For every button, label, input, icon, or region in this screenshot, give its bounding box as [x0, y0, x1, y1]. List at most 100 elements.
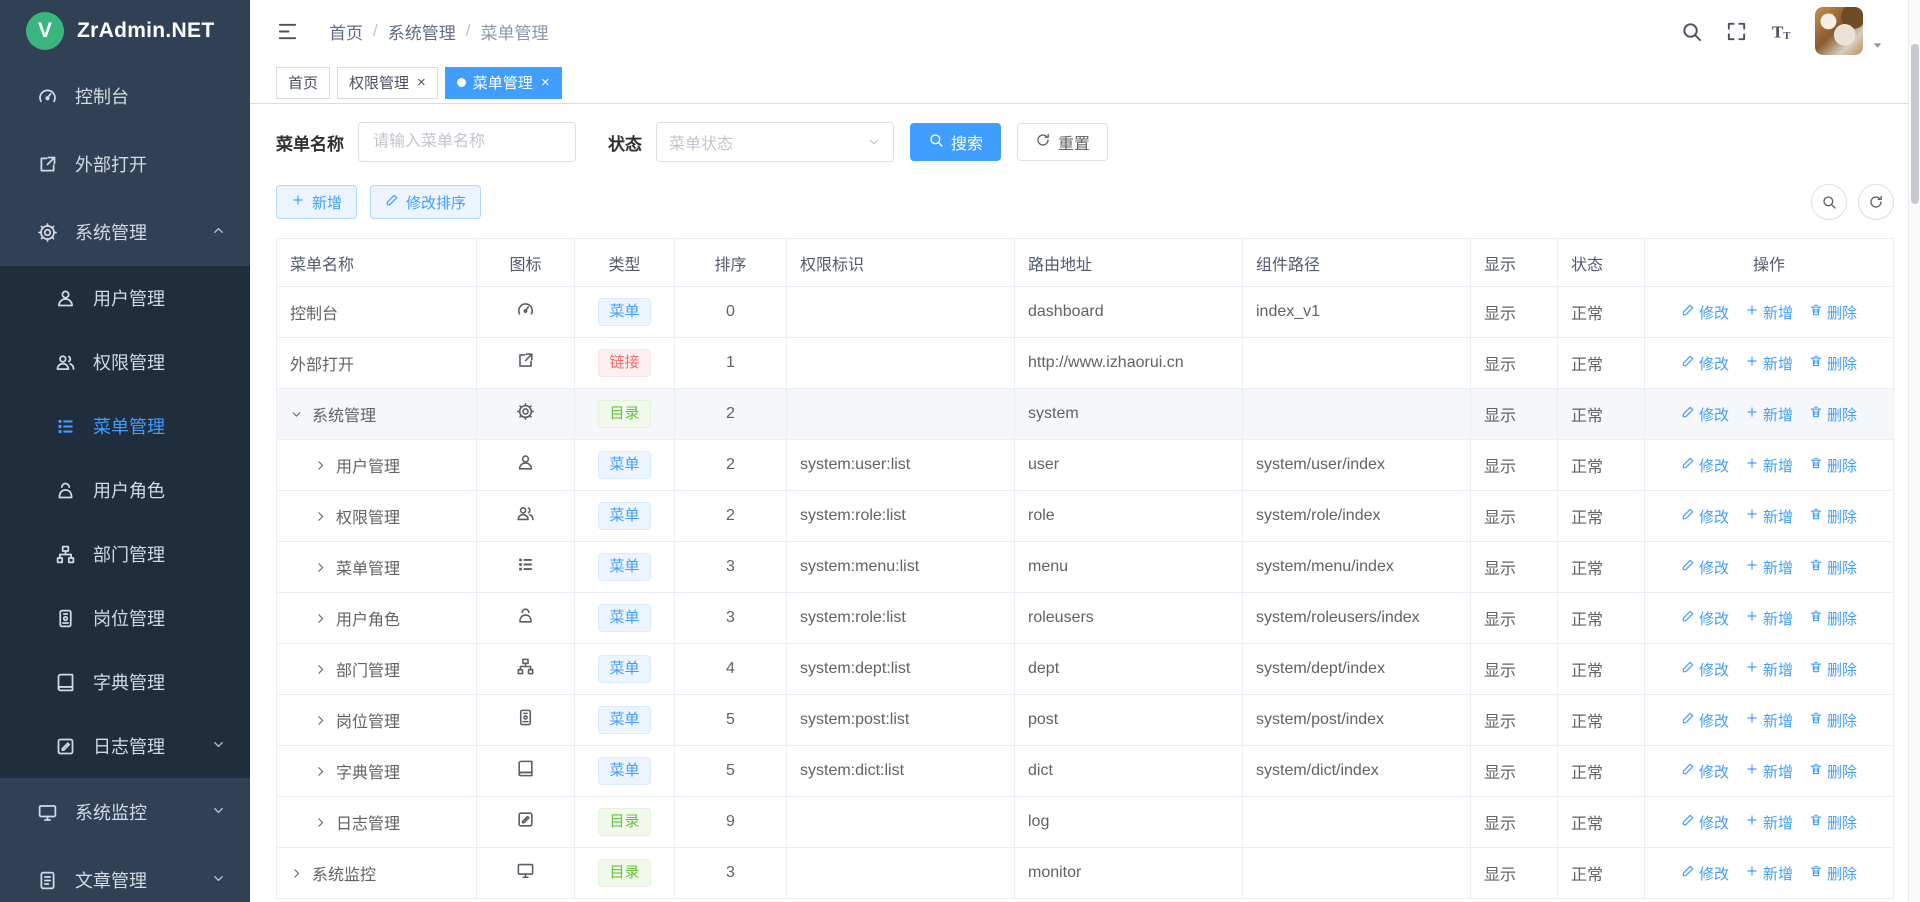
row-edit-link[interactable]: 修改 [1681, 812, 1729, 833]
sidebar-item-label: 部门管理 [93, 541, 165, 567]
sidebar-item-dict[interactable]: 字典管理 [0, 650, 250, 714]
row-collapse-icon[interactable] [290, 408, 312, 421]
row-edit-link[interactable]: 修改 [1681, 608, 1729, 629]
row-expand-icon[interactable] [314, 459, 336, 472]
sidebar-item-external[interactable]: 外部打开 [0, 130, 250, 198]
sidebar-item-roleusers[interactable]: 用户角色 [0, 458, 250, 522]
menu-name-text: 系统管理 [312, 402, 376, 426]
tab-home[interactable]: 首页 [276, 67, 330, 99]
row-expand-icon[interactable] [290, 867, 312, 880]
row-add-link[interactable]: 新增 [1745, 506, 1793, 527]
row-delete-link[interactable]: 删除 [1809, 659, 1857, 680]
row-delete-link[interactable]: 删除 [1809, 404, 1857, 425]
page-scrollbar[interactable] [1908, 0, 1920, 902]
row-expand-icon[interactable] [314, 612, 336, 625]
row-add-link[interactable]: 新增 [1745, 557, 1793, 578]
sidebar-item-monitor[interactable]: 系统监控 [0, 778, 250, 846]
status-select-placeholder: 菜单状态 [669, 130, 733, 154]
row-delete-link[interactable]: 删除 [1809, 608, 1857, 629]
visible-cell: 显示 [1471, 593, 1558, 644]
row-edit-link[interactable]: 修改 [1681, 353, 1729, 374]
header-search-icon[interactable] [1680, 20, 1703, 43]
row-add-link[interactable]: 新增 [1745, 404, 1793, 425]
row-add-link[interactable]: 新增 [1745, 302, 1793, 323]
menu-name-text: 系统监控 [312, 861, 376, 885]
plus-icon [1745, 558, 1759, 576]
breadcrumb-item[interactable]: 首页 [329, 19, 363, 44]
row-delete-link[interactable]: 删除 [1809, 455, 1857, 476]
row-edit-link[interactable]: 修改 [1681, 404, 1729, 425]
sidebar-item-dept[interactable]: 部门管理 [0, 522, 250, 586]
chevron-down-icon [211, 802, 226, 823]
row-add-link[interactable]: 新增 [1745, 608, 1793, 629]
reset-button[interactable]: 重置 [1017, 123, 1108, 161]
font-size-icon[interactable]: TT [1770, 20, 1793, 43]
page-scrollbar-thumb[interactable] [1911, 44, 1919, 204]
sidebar-item-article[interactable]: 文章管理 [0, 846, 250, 902]
avatar-image[interactable] [1815, 7, 1863, 55]
row-edit-link[interactable]: 修改 [1681, 506, 1729, 527]
row-delete-link[interactable]: 删除 [1809, 353, 1857, 374]
component-cell [1243, 797, 1471, 848]
sidebar-item-system[interactable]: 系统管理 [0, 198, 250, 266]
order-cell: 5 [675, 695, 787, 746]
row-delete-link[interactable]: 删除 [1809, 506, 1857, 527]
row-delete-link[interactable]: 删除 [1809, 761, 1857, 782]
row-expand-icon[interactable] [314, 765, 336, 778]
sidebar-item-dashboard[interactable]: 控制台 [0, 62, 250, 130]
visible-cell: 显示 [1471, 746, 1558, 797]
row-edit-link[interactable]: 修改 [1681, 302, 1729, 323]
row-add-link[interactable]: 新增 [1745, 455, 1793, 476]
row-edit-link[interactable]: 修改 [1681, 710, 1729, 731]
tab-role[interactable]: 权限管理× [337, 67, 438, 99]
row-delete-link[interactable]: 删除 [1809, 812, 1857, 833]
row-edit-link[interactable]: 修改 [1681, 659, 1729, 680]
row-edit-link[interactable]: 修改 [1681, 761, 1729, 782]
row-delete-link[interactable]: 删除 [1809, 302, 1857, 323]
row-delete-link[interactable]: 删除 [1809, 710, 1857, 731]
edit-icon [1681, 660, 1695, 678]
row-expand-icon[interactable] [314, 714, 336, 727]
search-button[interactable]: 搜索 [910, 123, 1001, 161]
tab-close-icon[interactable]: × [541, 75, 550, 90]
status-select[interactable]: 菜单状态 [656, 122, 894, 162]
menu-list-icon [52, 416, 78, 437]
row-add-link[interactable]: 新增 [1745, 812, 1793, 833]
row-delete-link[interactable]: 删除 [1809, 863, 1857, 884]
sidebar-item-log[interactable]: 日志管理 [0, 714, 250, 778]
row-add-link[interactable]: 新增 [1745, 761, 1793, 782]
user-avatar[interactable] [1815, 7, 1884, 55]
tab-close-icon[interactable]: × [417, 75, 426, 90]
fullscreen-icon[interactable] [1725, 20, 1748, 43]
tab-menu[interactable]: 菜单管理× [445, 67, 562, 99]
toggle-search-button[interactable] [1811, 184, 1847, 220]
edit-sort-button[interactable]: 修改排序 [370, 185, 481, 219]
trash-icon [1809, 864, 1823, 882]
column-header: 操作 [1645, 239, 1894, 287]
edit-icon [1681, 864, 1695, 882]
row-add-link[interactable]: 新增 [1745, 710, 1793, 731]
row-add-link[interactable]: 新增 [1745, 353, 1793, 374]
row-expand-icon[interactable] [314, 816, 336, 829]
sidebar-item-user[interactable]: 用户管理 [0, 266, 250, 330]
menu-name-input[interactable] [358, 122, 576, 162]
sidebar-item-menu[interactable]: 菜单管理 [0, 394, 250, 458]
row-edit-link[interactable]: 修改 [1681, 455, 1729, 476]
sidebar-item-role[interactable]: 权限管理 [0, 330, 250, 394]
menu-name-text: 控制台 [290, 300, 338, 324]
breadcrumb-item[interactable]: 系统管理 [388, 19, 456, 44]
row-edit-link[interactable]: 修改 [1681, 557, 1729, 578]
row-delete-link[interactable]: 删除 [1809, 557, 1857, 578]
row-expand-icon[interactable] [314, 510, 336, 523]
refresh-table-button[interactable] [1858, 184, 1894, 220]
avatar-caret-icon[interactable] [1871, 39, 1884, 52]
row-expand-icon[interactable] [314, 663, 336, 676]
row-add-link[interactable]: 新增 [1745, 659, 1793, 680]
menu-fold-icon[interactable] [276, 20, 299, 43]
row-add-link[interactable]: 新增 [1745, 863, 1793, 884]
row-expand-icon[interactable] [314, 561, 336, 574]
row-edit-link[interactable]: 修改 [1681, 863, 1729, 884]
add-button[interactable]: 新增 [276, 185, 357, 219]
app-logo[interactable]: V ZrAdmin.NET [0, 0, 250, 62]
sidebar-item-post[interactable]: 岗位管理 [0, 586, 250, 650]
